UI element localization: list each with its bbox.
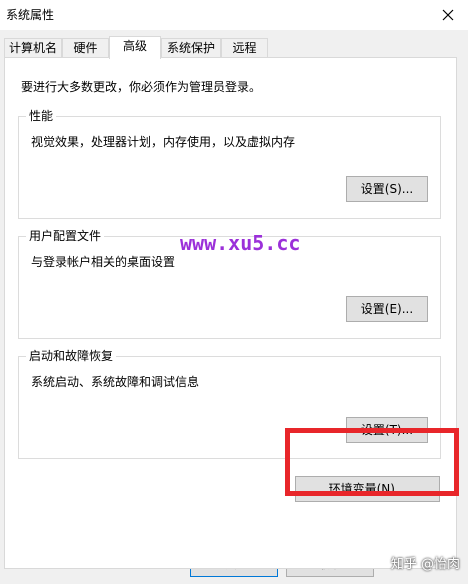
tab-hardware[interactable]: 硬件 bbox=[62, 38, 109, 58]
startup-recovery-group-title: 启动和故障恢复 bbox=[26, 348, 117, 364]
title-bar: 系统属性 bbox=[0, 0, 468, 30]
watermark-text: www.xu5.cc bbox=[180, 231, 301, 255]
tab-system-protection[interactable]: 系统保护 bbox=[161, 38, 221, 58]
close-icon bbox=[442, 9, 454, 21]
performance-group-title: 性能 bbox=[26, 108, 57, 124]
tab-computer-name[interactable]: 计算机名 bbox=[4, 38, 62, 58]
user-profiles-description: 与登录帐户相关的桌面设置 bbox=[31, 255, 176, 269]
brand-watermark: 知乎 @怡肉 bbox=[390, 557, 460, 572]
admin-notice: 要进行大多数更改，你必须作为管理员登录。 bbox=[21, 80, 262, 94]
performance-settings-button[interactable]: 设置(S)... bbox=[346, 176, 428, 202]
tab-remote[interactable]: 远程 bbox=[221, 38, 268, 58]
highlight-annotation-box bbox=[285, 428, 459, 496]
dialog-client: 计算机名 硬件 高级 系统保护 远程 要进行大多数更改，你必须作为管理员登录。 … bbox=[0, 30, 468, 584]
window-title: 系统属性 bbox=[6, 8, 55, 22]
close-button[interactable] bbox=[428, 0, 468, 30]
user-profiles-group-title: 用户配置文件 bbox=[26, 228, 105, 244]
user-profiles-settings-button[interactable]: 设置(E)... bbox=[346, 296, 428, 322]
performance-description: 视觉效果，处理器计划，内存使用，以及虚拟内存 bbox=[31, 135, 296, 149]
performance-group: 性能 视觉效果，处理器计划，内存使用，以及虚拟内存 设置(S)... bbox=[18, 108, 441, 219]
tab-advanced[interactable]: 高级 bbox=[109, 36, 161, 59]
startup-recovery-description: 系统启动、系统故障和调试信息 bbox=[31, 375, 200, 389]
